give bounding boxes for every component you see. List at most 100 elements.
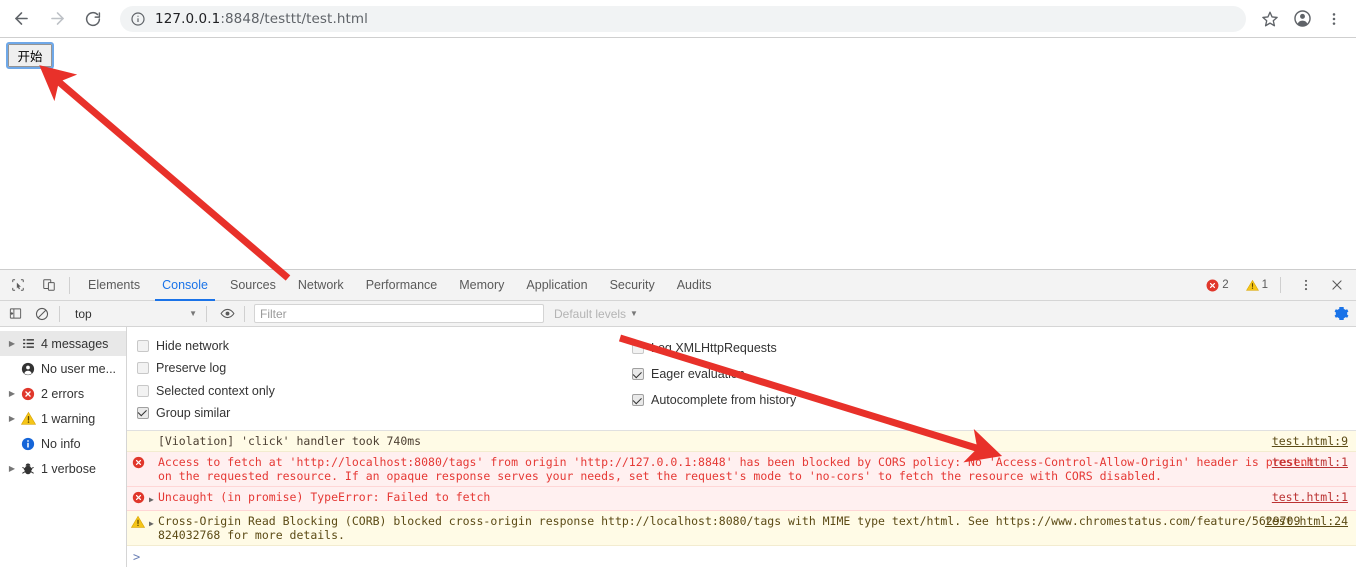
setting-log-xhr[interactable]: Log XMLHttpRequests [632, 335, 1062, 361]
checkbox-preserve-log[interactable] [137, 362, 149, 375]
setting-eager-evaluation[interactable]: Eager evaluation [632, 361, 1062, 387]
setting-hide-network[interactable]: Hide network [137, 335, 632, 357]
checkbox-autocomplete-history[interactable] [632, 394, 644, 406]
sidebar-item-messages-label: 4 messages [41, 336, 109, 351]
console-message-uncaught-typeerror[interactable]: ▶ Uncaught (in promise) TypeError: Faile… [127, 487, 1356, 511]
chevron-right-icon[interactable]: ▶ [6, 389, 18, 398]
reload-button[interactable] [78, 4, 108, 34]
chevron-right-icon[interactable]: ▶ [6, 339, 18, 348]
tab-performance[interactable]: Performance [355, 270, 449, 301]
filterbar-divider-3 [244, 305, 245, 322]
setting-preserve-log[interactable]: Preserve log [137, 357, 632, 379]
kebab-menu-icon [1304, 279, 1308, 291]
settings-column-right: Log XMLHttpRequests Eager evaluation Aut… [632, 335, 1062, 424]
inspect-element-button[interactable] [5, 272, 31, 298]
bookmark-button[interactable] [1256, 5, 1284, 33]
execution-context-select[interactable]: top ▼ [71, 304, 201, 323]
sidebar-item-info[interactable]: No info [0, 431, 126, 456]
expand-triangle-icon[interactable]: ▶ [149, 514, 158, 531]
device-toolbar-button[interactable] [36, 272, 62, 298]
sidebar-item-user-messages[interactable]: No user me... [0, 356, 126, 381]
console-message-violation[interactable]: [Violation] 'click' handler took 740ms t… [127, 431, 1356, 452]
console-message-corb-warning[interactable]: ▶ Cross-Origin Read Blocking (CORB) bloc… [127, 511, 1356, 546]
warning-count-badge[interactable]: 1 [1241, 275, 1273, 295]
checkbox-selected-context-only[interactable] [137, 384, 149, 397]
checkbox-hide-network[interactable] [137, 340, 149, 353]
tab-console[interactable]: Console [151, 270, 219, 301]
log-levels-label: Default levels [554, 306, 627, 321]
clear-console-icon [35, 307, 49, 320]
tab-application[interactable]: Application [515, 270, 598, 301]
tab-sources[interactable]: Sources [219, 270, 287, 301]
setting-group-similar[interactable]: Group similar [137, 402, 632, 424]
warning-icon-glyph [20, 411, 36, 425]
list-icon-glyph [22, 339, 34, 348]
setting-selected-context-only-label: Selected context only [156, 383, 275, 398]
setting-selected-context-only[interactable]: Selected context only [137, 380, 632, 402]
start-button[interactable]: 开始 [6, 42, 54, 69]
sidebar-item-messages[interactable]: ▶ 4 messages [0, 331, 126, 356]
console-message-source-link[interactable]: test.html:24 [1265, 514, 1348, 528]
console-sidebar-toggle-button[interactable] [3, 302, 27, 326]
console-message-text: [Violation] 'click' handler took 740ms [158, 434, 422, 448]
live-expression-button[interactable] [215, 302, 239, 326]
setting-eager-evaluation-label: Eager evaluation [651, 367, 745, 381]
sidebar-item-errors[interactable]: ▶ 2 errors [0, 381, 126, 406]
console-prompt[interactable]: > [127, 546, 1356, 564]
page-viewport: 开始 [0, 38, 1356, 269]
clear-console-button[interactable] [30, 302, 54, 326]
tab-network[interactable]: Network [287, 270, 355, 301]
console-message-source-link[interactable]: test.html:1 [1272, 455, 1348, 469]
tab-memory[interactable]: Memory [448, 270, 515, 301]
info-icon-glyph [21, 437, 35, 450]
back-button[interactable] [6, 4, 36, 34]
tab-audits[interactable]: Audits [666, 270, 723, 301]
address-bar[interactable]: 127.0.0.1:8848/testtt/test.html [120, 5, 1246, 32]
close-icon [1332, 280, 1342, 290]
chevron-right-icon[interactable]: ▶ [6, 414, 18, 423]
expand-triangle-icon[interactable]: ▶ [149, 490, 158, 507]
filter-input[interactable]: Filter [254, 304, 544, 323]
log-levels-dropdown[interactable]: Default levels ▼ [554, 307, 638, 321]
star-icon [1262, 11, 1278, 26]
warning-icon [127, 514, 149, 529]
devtools-close-button[interactable] [1324, 272, 1350, 298]
sidebar-item-warnings-label: 1 warning [41, 411, 96, 426]
devtools-more-button[interactable] [1293, 272, 1319, 298]
chrome-menu-button[interactable] [1320, 5, 1348, 33]
execution-context-value: top [75, 306, 92, 321]
setting-autocomplete-history[interactable]: Autocomplete from history [632, 387, 1062, 413]
tab-elements[interactable]: Elements [77, 270, 151, 301]
checkbox-log-xhr[interactable] [632, 342, 644, 354]
error-icon-glyph [21, 387, 35, 400]
message-icon-spacer [127, 434, 149, 435]
error-count-badge[interactable]: 2 [1201, 275, 1233, 295]
info-circle-icon [131, 11, 145, 26]
forward-button[interactable] [42, 4, 72, 34]
sidebar-item-warnings[interactable]: ▶ 1 warning [0, 406, 126, 431]
console-message-source-link[interactable]: test.html:1 [1272, 490, 1348, 504]
live-expression-icon [220, 308, 234, 319]
toolbar-divider [69, 276, 70, 294]
checkbox-group-similar[interactable] [137, 406, 149, 419]
console-message-cors-error[interactable]: Access to fetch at 'http://localhost:808… [127, 452, 1356, 487]
error-icon [127, 490, 149, 504]
error-count: 2 [1222, 279, 1229, 291]
console-body: ▶ 4 messages No user me... ▶ 2 errors ▶ … [0, 327, 1356, 567]
console-message-text: Access to fetch at 'http://localhost:808… [158, 455, 1315, 483]
sidebar-item-verbose[interactable]: ▶ 1 verbose [0, 456, 126, 481]
console-message-source-link[interactable]: test.html:9 [1272, 434, 1348, 448]
profile-button[interactable] [1288, 5, 1316, 33]
setting-group-similar-label: Group similar [156, 405, 231, 420]
tab-security[interactable]: Security [599, 270, 666, 301]
arrow-left-icon [14, 12, 28, 25]
chevron-right-icon[interactable]: ▶ [6, 464, 18, 473]
checkbox-eager-evaluation[interactable] [632, 368, 644, 380]
gear-icon [1334, 307, 1349, 320]
reload-icon [85, 11, 101, 26]
console-settings-button[interactable] [1334, 306, 1349, 321]
error-icon [18, 387, 38, 401]
bug-icon-glyph [22, 462, 34, 474]
error-icon-glyph [132, 456, 144, 469]
